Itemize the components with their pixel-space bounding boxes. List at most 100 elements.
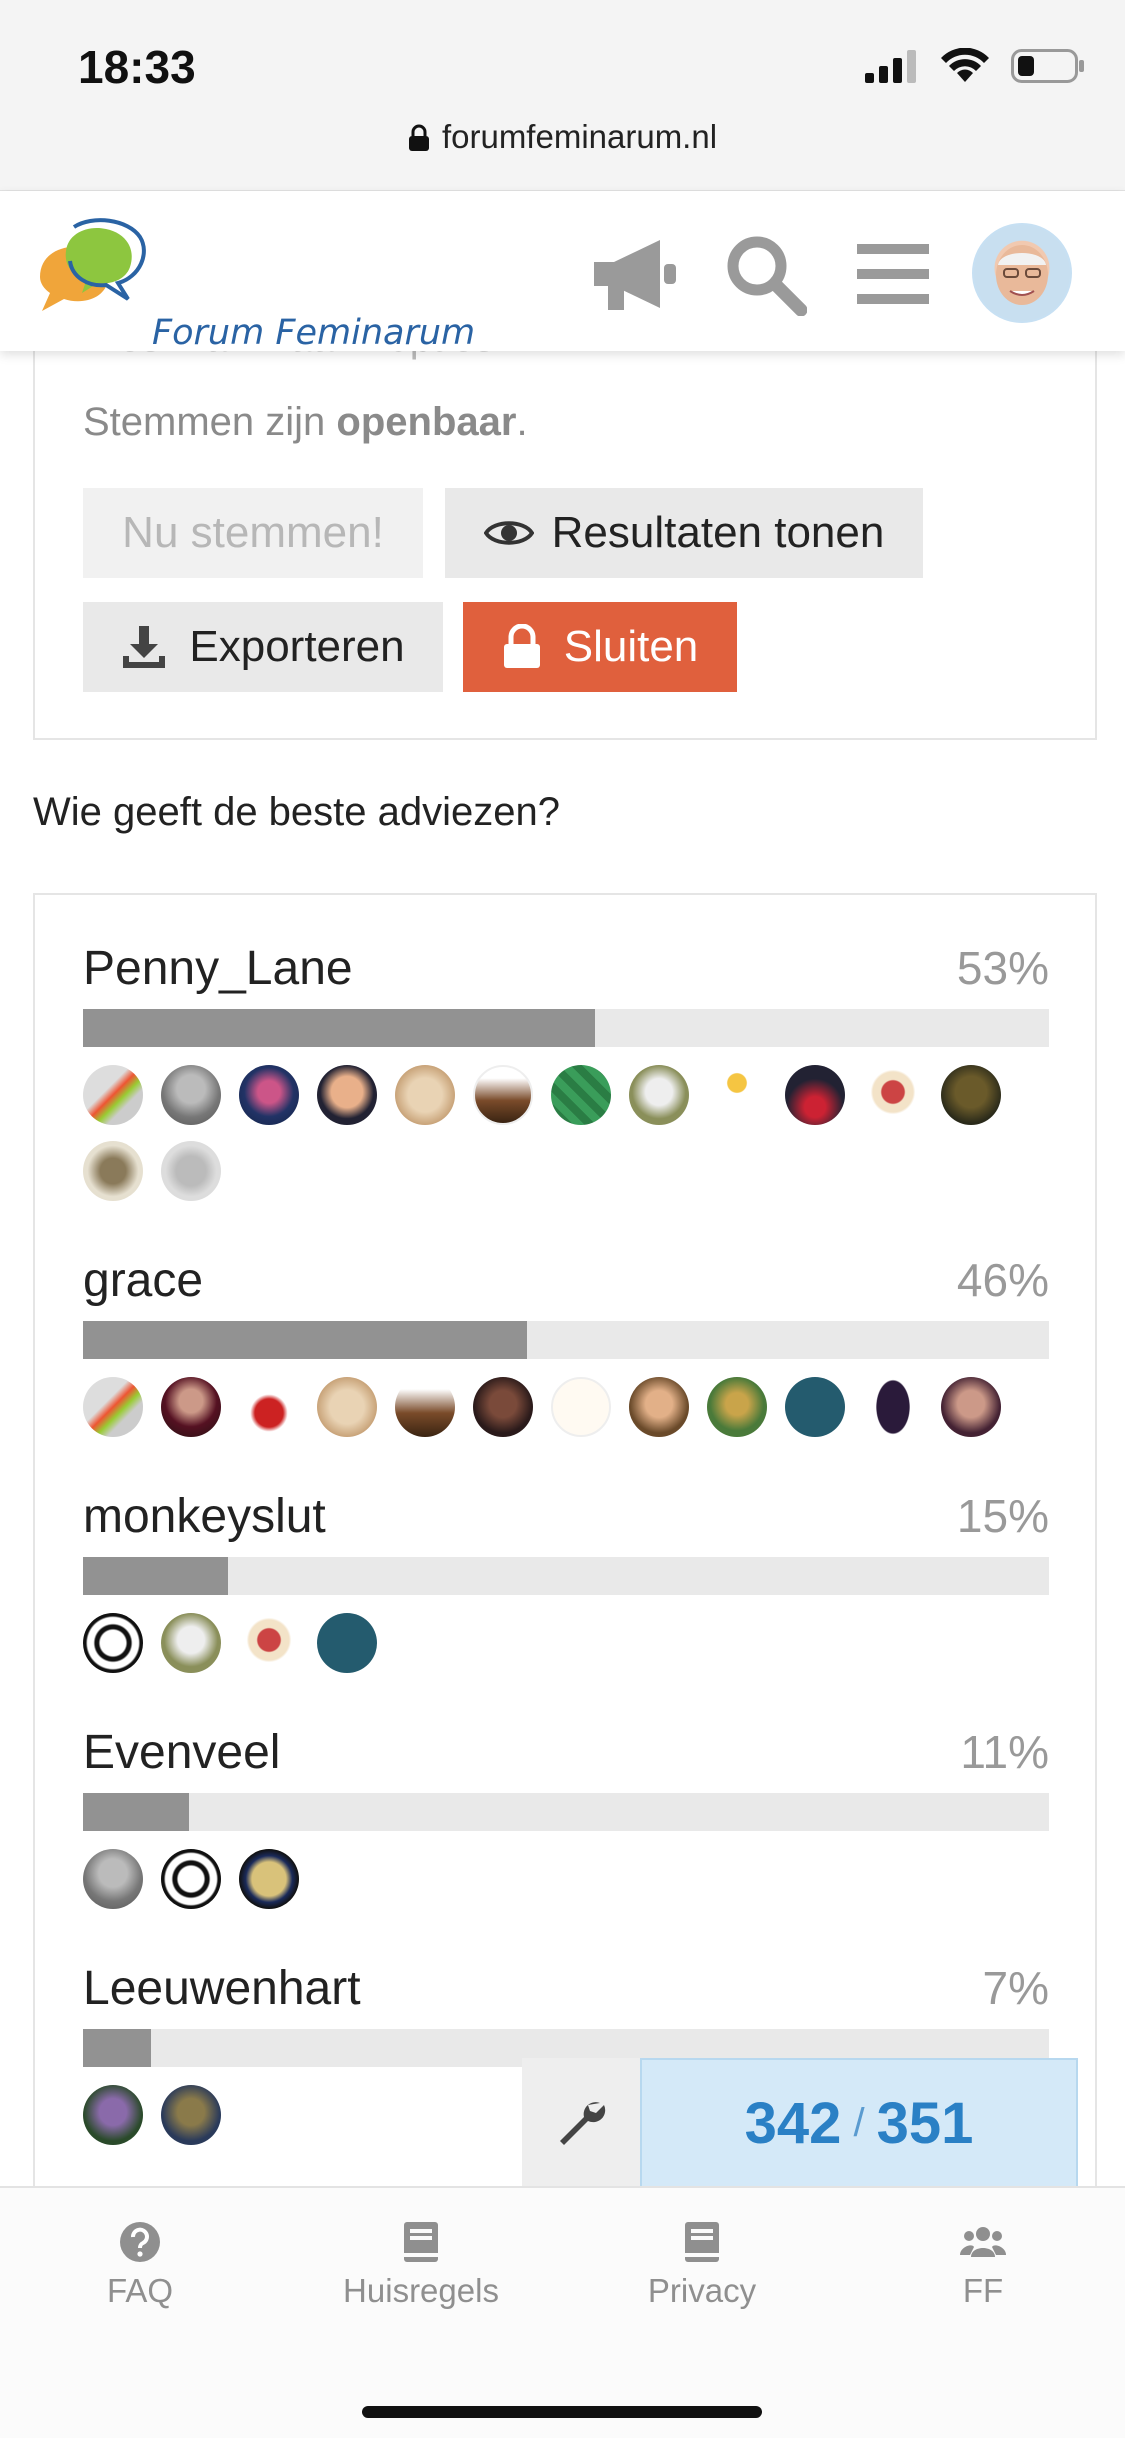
voter-avatar[interactable] <box>239 1065 299 1125</box>
voter-avatar[interactable] <box>707 1377 767 1437</box>
home-indicator[interactable] <box>362 2406 762 2418</box>
voter-avatar[interactable] <box>83 1377 143 1437</box>
voter-avatar[interactable] <box>707 1065 767 1125</box>
voter-avatars <box>83 1065 1049 1201</box>
voter-avatar[interactable] <box>317 1377 377 1437</box>
post-counter[interactable]: 342/351 <box>640 2058 1078 2186</box>
search-icon <box>727 236 807 316</box>
menu-button[interactable] <box>848 229 938 319</box>
users-icon <box>960 2227 1006 2257</box>
nav-label-ff: FF <box>962 2272 1004 2309</box>
ios-status-bar: 18:33 forumfeminarum.nl <box>0 0 1125 191</box>
admin-tools-button[interactable] <box>522 2058 640 2186</box>
voter-avatar[interactable] <box>941 1377 1001 1437</box>
book-icon <box>404 2222 438 2262</box>
export-label: Exporteren <box>189 622 405 671</box>
nav-item-huisregels[interactable]: Huisregels <box>301 2218 541 2310</box>
option-percent: 46% <box>956 1254 1049 1306</box>
option-bar-fill <box>83 1321 528 1359</box>
option-label: Evenveel <box>83 1726 281 1779</box>
status-time: 18:33 <box>78 41 196 93</box>
option-bar <box>83 1557 1049 1595</box>
voter-avatar[interactable] <box>863 1377 923 1437</box>
nav-label-faq: FAQ <box>106 2272 174 2309</box>
voter-avatar[interactable] <box>239 1849 299 1909</box>
close-poll-button[interactable]: Sluiten <box>463 602 737 692</box>
export-button[interactable]: Exporteren <box>83 602 443 692</box>
voter-avatars <box>83 1613 1049 1673</box>
voter-avatar[interactable] <box>161 1613 221 1673</box>
voter-avatar[interactable] <box>161 2085 221 2145</box>
battery-icon <box>1011 49 1084 83</box>
voter-avatar[interactable] <box>83 1613 143 1673</box>
option-bar <box>83 1793 1049 1831</box>
site-logo[interactable]: Forum Feminarum <box>36 215 475 353</box>
voter-avatar[interactable] <box>239 1613 299 1673</box>
lock-icon <box>503 624 540 668</box>
voter-avatar[interactable] <box>395 1065 455 1125</box>
option-percent: 7% <box>982 1962 1049 2014</box>
voter-avatar[interactable] <box>239 1377 299 1437</box>
search-button[interactable] <box>720 229 810 319</box>
voter-avatar[interactable] <box>83 2085 143 2145</box>
site-header: Forum Feminarum <box>0 191 1125 353</box>
visibility-prefix: Stemmen zijn <box>83 400 337 444</box>
voter-avatars <box>83 1849 1049 1909</box>
wifi-icon <box>941 48 989 82</box>
user-avatar[interactable] <box>972 223 1072 323</box>
voter-avatar[interactable] <box>941 1065 1001 1125</box>
signal-icon <box>865 50 916 83</box>
voter-avatar[interactable] <box>317 1613 377 1673</box>
lock-icon <box>408 124 429 151</box>
voter-avatar[interactable] <box>161 1377 221 1437</box>
voter-avatar[interactable] <box>317 1065 377 1125</box>
option-bar-fill <box>83 2029 151 2067</box>
option-bar-fill <box>83 1557 228 1595</box>
download-icon <box>123 626 166 668</box>
book-icon <box>685 2222 719 2262</box>
voter-avatar[interactable] <box>161 1141 221 1201</box>
voter-avatar[interactable] <box>785 1065 845 1125</box>
option-percent: 15% <box>956 1490 1049 1542</box>
nav-item-faq[interactable]: FAQ <box>20 2218 260 2310</box>
announcements-button[interactable] <box>590 229 680 319</box>
total-posts: 351 <box>876 2090 974 2156</box>
url-bar[interactable]: forumfeminarum.nl <box>0 118 1125 156</box>
status-icons <box>865 48 1085 84</box>
voter-avatar[interactable] <box>785 1377 845 1437</box>
voter-avatar[interactable] <box>161 1849 221 1909</box>
vote-now-label: Nu stemmen! <box>122 508 384 557</box>
topic-progress[interactable]: 342/351 <box>522 2058 1078 2186</box>
voter-avatar[interactable] <box>83 1141 143 1201</box>
nav-label-privacy: Privacy <box>647 2272 757 2309</box>
voter-avatar[interactable] <box>83 1065 143 1125</box>
show-results-label: Resultaten tonen <box>551 508 885 557</box>
megaphone-icon <box>594 240 676 310</box>
visibility-value: openbaar <box>336 400 517 444</box>
eye-icon <box>483 521 534 545</box>
nav-item-ff[interactable]: FF <box>863 2218 1103 2310</box>
poll-visibility-text: Stemmen zijn openbaar. <box>83 400 528 445</box>
voter-avatar[interactable] <box>473 1065 533 1125</box>
voter-avatar[interactable] <box>863 1065 923 1125</box>
voter-avatar[interactable] <box>395 1377 455 1437</box>
option-label: grace <box>83 1254 204 1307</box>
vote-now-button[interactable]: Nu stemmen! <box>83 488 423 578</box>
voter-avatar[interactable] <box>161 1065 221 1125</box>
speech-bubbles-logo-icon <box>40 218 146 311</box>
logo-text: Forum Feminarum <box>152 313 476 353</box>
option-percent: 11% <box>960 1726 1049 1778</box>
option-bar-fill <box>83 1793 190 1831</box>
option-label: Leeuwenhart <box>83 1962 361 2015</box>
poll-question: Wie geeft de beste adviezen? <box>33 790 561 834</box>
voter-avatar[interactable] <box>473 1377 533 1437</box>
voter-avatar[interactable] <box>83 1849 143 1909</box>
voter-avatar[interactable] <box>551 1377 611 1437</box>
voter-avatar[interactable] <box>629 1065 689 1125</box>
voter-avatar[interactable] <box>629 1377 689 1437</box>
voter-avatar[interactable] <box>551 1065 611 1125</box>
close-poll-label: Sluiten <box>563 622 699 671</box>
show-results-button[interactable]: Resultaten tonen <box>445 488 923 578</box>
option-percent: 53% <box>956 942 1049 994</box>
nav-item-privacy[interactable]: Privacy <box>582 2218 822 2310</box>
